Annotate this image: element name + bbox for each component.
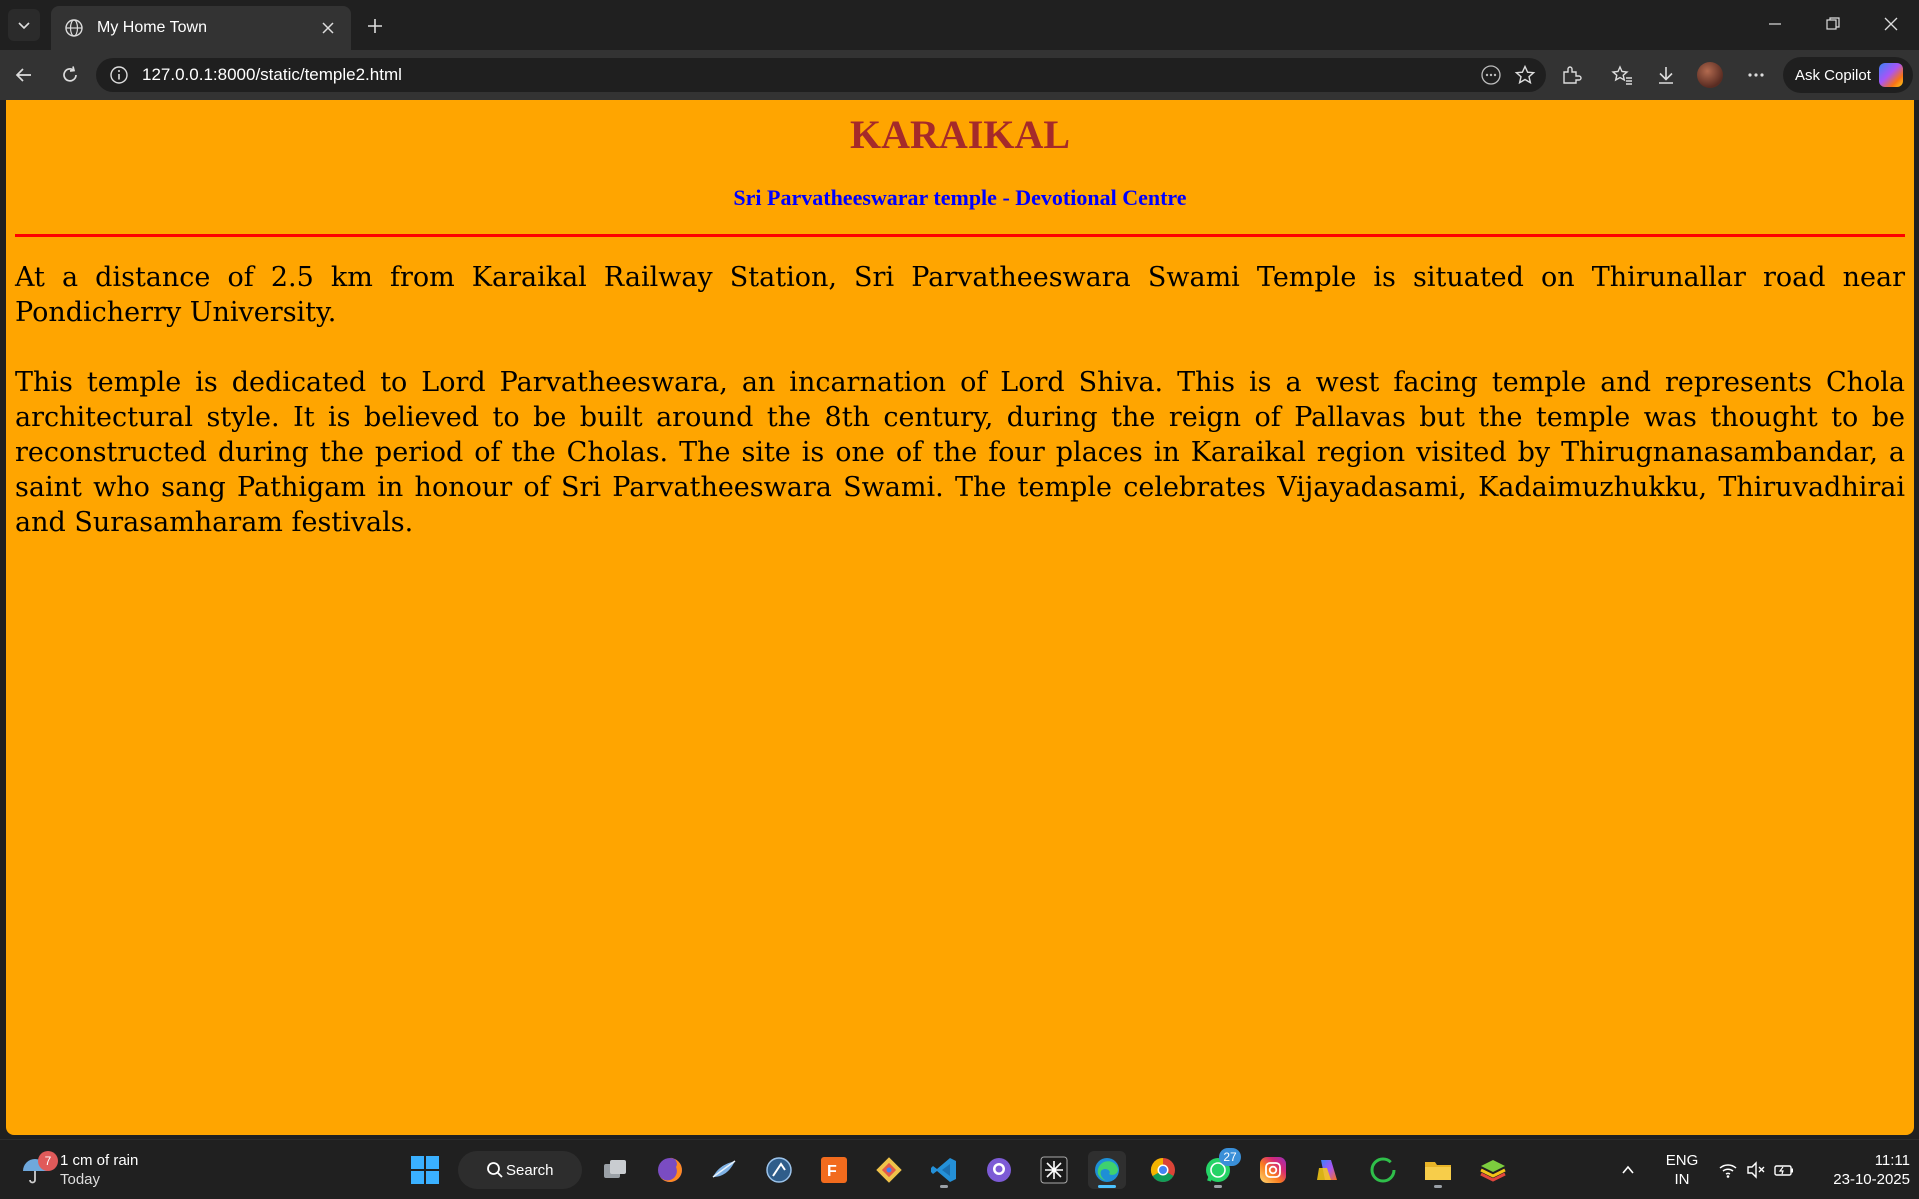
windows-start-icon[interactable] — [406, 1151, 444, 1189]
extensions-icon — [1563, 66, 1582, 84]
page-subheading: Sri Parvatheeswarar temple - Devotional … — [733, 185, 1187, 210]
back-button[interactable] — [8, 59, 40, 91]
window-close-icon — [1884, 17, 1898, 31]
download-icon — [1659, 67, 1673, 84]
new-tab-button[interactable] — [360, 11, 390, 41]
firefox-icon[interactable] — [651, 1151, 689, 1189]
language-indicator[interactable]: ENG IN — [1660, 1151, 1704, 1189]
weather-day: Today — [60, 1171, 101, 1188]
search-icon — [487, 1162, 503, 1178]
git-icon[interactable] — [870, 1151, 908, 1189]
running-indicator — [940, 1185, 948, 1188]
tab-title: My Home Town — [97, 19, 207, 36]
chrome-icon[interactable] — [1144, 1151, 1182, 1189]
more-icon — [1748, 73, 1764, 77]
info-icon[interactable] — [108, 64, 130, 86]
minimize-icon — [1769, 23, 1781, 25]
favorites-button[interactable] — [1606, 59, 1638, 91]
more-button[interactable] — [1740, 59, 1772, 91]
github-icon[interactable] — [980, 1151, 1018, 1189]
battery-icon[interactable] — [1772, 1151, 1796, 1189]
weather-widget[interactable]: 7 1 cm of rain Today — [20, 1148, 138, 1192]
browser-title-bar: My Home Town — [0, 0, 1919, 50]
description-paragraph: This temple is dedicated to Lord Parvath… — [15, 367, 1905, 538]
plus-icon — [368, 19, 382, 33]
volume-muted-icon[interactable] — [1744, 1151, 1768, 1189]
intro-paragraph: At a distance of 2.5 km from Karaikal Ra… — [15, 262, 1905, 328]
window-close-button[interactable] — [1871, 8, 1911, 40]
browser-tab[interactable]: My Home Town — [51, 6, 351, 50]
running-indicator — [1434, 1185, 1442, 1188]
back-icon — [15, 68, 31, 82]
favorites-icon — [1611, 65, 1632, 85]
weather-badge: 7 — [38, 1151, 58, 1171]
reader-icon[interactable] — [1474, 58, 1508, 92]
weather-forecast: 1 cm of rain — [60, 1152, 139, 1169]
close-icon[interactable] — [317, 17, 339, 39]
horizontal-rule — [15, 234, 1905, 237]
app-icon[interactable] — [1035, 1151, 1073, 1189]
tab-actions-icon — [18, 22, 30, 30]
windows-taskbar: 7 1 cm of rain Today Search F 27 ENG IN … — [0, 1139, 1919, 1199]
restore-icon — [1826, 17, 1840, 30]
umbrella-icon: 7 — [20, 1151, 58, 1185]
chevron-up-icon[interactable] — [1614, 1151, 1642, 1189]
svg-text:F: F — [827, 1163, 837, 1180]
page-heading: KARAIKAL — [849, 112, 1071, 157]
language-code: ENG — [1665, 1152, 1699, 1169]
instagram-icon[interactable] — [1254, 1151, 1292, 1189]
search-label: Search — [506, 1161, 554, 1179]
system-clock[interactable]: 11:11 23-10-2025 — [1812, 1151, 1910, 1189]
tab-actions-button[interactable] — [8, 9, 40, 41]
file-explorer-icon[interactable] — [1419, 1151, 1457, 1189]
edge-icon[interactable] — [1088, 1151, 1126, 1189]
app-icon[interactable] — [1364, 1151, 1402, 1189]
language-region: IN — [1674, 1171, 1690, 1188]
refresh-button[interactable] — [54, 59, 86, 91]
whatsapp-icon[interactable]: 27 — [1199, 1148, 1241, 1189]
page-viewport: KARAIKAL Sri Parvatheeswarar temple - De… — [6, 100, 1914, 1135]
whatsapp-badge: 27 — [1219, 1148, 1241, 1166]
copilot-icon — [1878, 63, 1903, 87]
ask-copilot-button[interactable]: Ask Copilot — [1783, 57, 1913, 93]
task-view-icon[interactable] — [596, 1151, 634, 1189]
globe-icon — [63, 17, 85, 39]
running-indicator — [1214, 1185, 1222, 1188]
vscode-icon[interactable] — [925, 1151, 963, 1189]
app-icon[interactable] — [760, 1151, 798, 1189]
clock-time: 11:11 — [1874, 1152, 1910, 1169]
restore-button[interactable] — [1813, 8, 1853, 40]
profile-avatar[interactable] — [1697, 62, 1723, 88]
favorite-star-icon[interactable] — [1508, 58, 1542, 92]
browser-toolbar: 127.0.0.1:8000/static/temple2.html Ask C… — [0, 50, 1919, 100]
extensions-button[interactable] — [1555, 59, 1587, 91]
address-bar[interactable]: 127.0.0.1:8000/static/temple2.html — [96, 58, 1546, 92]
wifi-icon[interactable] — [1716, 1151, 1740, 1189]
url-text[interactable]: 127.0.0.1:8000/static/temple2.html — [142, 65, 1474, 85]
bluestacks-icon[interactable] — [1474, 1151, 1512, 1189]
refresh-icon — [63, 66, 77, 82]
active-indicator — [1098, 1185, 1116, 1188]
taskbar-search[interactable]: Search — [458, 1151, 582, 1189]
app-icon[interactable] — [705, 1151, 743, 1189]
minimize-button[interactable] — [1755, 8, 1795, 40]
ask-copilot-label: Ask Copilot — [1795, 66, 1871, 84]
fusion-360-icon[interactable]: F — [815, 1151, 853, 1189]
clock-date: 23-10-2025 — [1833, 1171, 1910, 1188]
copilot-icon[interactable] — [1309, 1151, 1347, 1189]
downloads-button[interactable] — [1650, 59, 1682, 91]
